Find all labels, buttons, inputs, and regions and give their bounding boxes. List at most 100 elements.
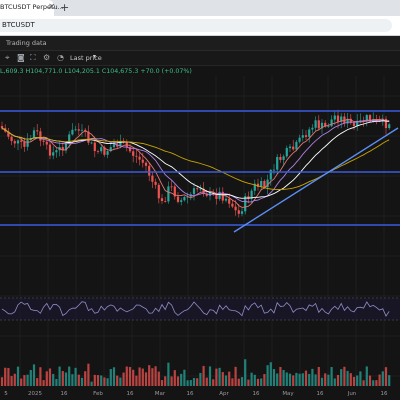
volume-bar [100,375,103,386]
candle-body [100,147,103,152]
candle-body [74,129,77,131]
volume-bar [221,372,224,386]
volume-bar [368,375,372,386]
candle-body [55,150,58,153]
candle-body [167,186,170,202]
volume-bar [196,378,199,386]
candle-body [138,156,141,160]
volume-bar [96,375,100,386]
volume-bar [36,378,39,386]
volume-bar [71,374,74,386]
volume-bar [112,367,116,386]
volume-bar [7,367,10,386]
candle-body [13,141,16,144]
candle-body [282,156,285,160]
volume-bar [378,374,381,386]
candle-body [304,135,308,137]
volume-bar [330,366,333,386]
volume-bar [58,366,61,386]
candle-body [112,144,116,148]
x-axis-tick-label: May [282,391,294,397]
x-axis-tick-label: Mar [155,391,166,397]
moving-average-mid [1,119,390,203]
volume-bar [4,367,7,386]
volume-bar [0,377,4,386]
volume-bar [160,380,164,386]
volume-bar [23,375,26,386]
volume-bar [340,369,343,386]
candle-body [224,198,228,201]
candle-body [170,186,173,188]
candle-body [295,141,298,150]
candle-body [20,140,23,142]
volume-bar [180,373,183,386]
volume-bar [356,375,359,386]
x-axis-tick-label: Apr [219,391,229,397]
volume-bar [288,373,292,386]
candle-body [317,120,320,129]
candle-body [359,120,362,121]
volume-bar [327,374,330,386]
candle-body [237,210,240,214]
volume-bar [68,366,71,386]
volume-bar [240,377,244,386]
volume-bar [362,380,365,386]
candle-body [39,131,42,141]
x-axis-tick-label: 16 [317,391,324,397]
volume-bar [295,372,298,386]
price-chart[interactable]: 5 2025 16 Feb 16 Mar 16 Apr 16 May 16 Jun 16 [0,36,400,400]
candle-body [285,148,288,157]
volume-bar [192,378,196,386]
candle-body [196,188,199,190]
volume-bar [199,372,202,386]
x-axis-tick-label: Feb [93,391,103,397]
candle-body [32,130,36,139]
address-bar: BTCUSDT [0,16,400,36]
candle-body [93,142,96,152]
volume-bar [84,371,87,386]
volume-bar [279,366,282,386]
candle-body [42,140,45,142]
candle-body [234,206,237,211]
x-axis-tick-label: 16 [127,391,134,397]
url-field[interactable]: BTCUSDT [0,19,392,32]
candle-body [180,200,183,202]
volume-bar [276,373,279,386]
volume-bar [269,362,272,386]
candle-body [292,146,295,150]
candle-body [308,129,311,137]
volume-bar [103,377,106,386]
candle-body [0,126,4,129]
candle-body [154,181,157,185]
browser-tab-bar: BTCUSDT Perpetu... × + [0,0,400,16]
volume-bar [263,374,266,386]
new-tab-button[interactable]: + [60,1,69,14]
volume-bar [80,377,84,386]
candle-body [298,137,301,142]
volume-bar [170,376,173,386]
volume-bar [346,370,349,386]
volume-bar [135,375,138,386]
volume-bar [365,366,368,386]
volume-bar [215,368,218,386]
x-axis-tick-label: Jun [347,391,357,397]
candle-body [164,201,167,202]
close-tab-icon[interactable]: × [48,2,56,13]
x-axis-tick-label: 16 [61,391,68,397]
trading-app: Trading data ⌖ ◙ ⛶ ⚙ ◔ Last price ▾ L,60… [0,36,400,400]
moving-average-white [1,120,390,199]
candle-body [314,120,317,128]
volume-bar [106,378,109,386]
browser-tab[interactable]: BTCUSDT Perpetu... × [0,0,64,16]
volume-bar [90,381,93,386]
candle-body [279,156,282,160]
candle-body [151,175,154,182]
volume-bar [77,374,80,386]
volume-bar [308,373,311,386]
volume-bar [144,372,148,386]
volume-bar [141,368,144,386]
volume-bar [244,359,247,386]
volume-bar [48,368,52,386]
candle-body [183,197,186,201]
volume-bar [205,377,208,386]
